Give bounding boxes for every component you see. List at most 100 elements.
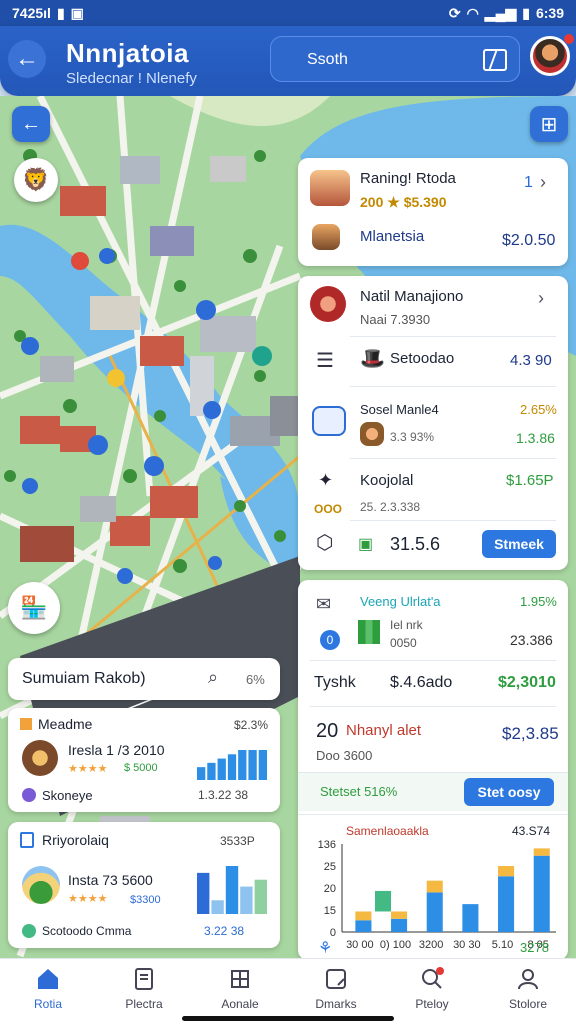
map-layers-button[interactable]: ⊞ — [530, 106, 568, 142]
document-icon — [132, 967, 156, 991]
mini-bar — [227, 754, 237, 780]
search-panel-count: 6% — [246, 672, 265, 687]
list1-stars: ★★★★ — [68, 763, 108, 775]
stats-row2-value: $2,3010 — [498, 674, 556, 691]
grid-icon: ⊞ — [540, 113, 558, 136]
list1-line1: Iresla 1 /3 2010 — [68, 742, 165, 758]
y-tick-label: 136 — [318, 839, 336, 851]
chart-corner-value: 43.S74 — [512, 824, 551, 838]
stats-row3-value: $2,3.85 — [502, 724, 559, 743]
list-card-1[interactable]: Meadme $2.3% Iresla 1 /3 2010 ★★★★ $ 500… — [8, 708, 280, 812]
nav-label: Pteloy — [415, 997, 449, 1011]
stats-row2-mid: $.4.6ado — [390, 674, 453, 691]
bar — [426, 892, 443, 932]
lion-icon: 🦁 — [22, 167, 50, 192]
stats-row1-sub: Iel nrk — [390, 618, 423, 632]
map-toggle-icon[interactable] — [483, 49, 507, 71]
list2-footer-left: Scotoodo Cmma — [42, 924, 132, 938]
poi-marker-lion[interactable]: 🦁 — [14, 158, 58, 202]
bar — [355, 920, 372, 932]
list2-doc-icon — [20, 832, 34, 848]
home-icon — [36, 967, 60, 991]
nav-item-stolore[interactable]: Stolore — [480, 959, 576, 1024]
puzzle-icon: ✦ — [318, 470, 334, 490]
bar — [533, 855, 550, 932]
detail-header-title: Natil Manajiono — [360, 288, 464, 305]
coins-icon: OOO — [314, 502, 343, 516]
puzzle-icon — [228, 967, 252, 991]
list2-pct: 3533P — [220, 834, 255, 848]
list-card-2[interactable]: Rriyorolaiq 3533P Insta 73 5600 ★★★★ $33… — [8, 822, 280, 948]
stats-row2-label: Tyshk — [314, 674, 356, 691]
character-thumbnail — [360, 422, 384, 446]
y-tick-label: 20 — [324, 883, 336, 895]
status-time-right: 6:39 — [535, 5, 564, 21]
app-subtitle: Sledecnar ! Nlenefy — [66, 70, 197, 87]
divider — [350, 336, 556, 337]
route-card[interactable]: Raning! Rtoda 200 ★ $5.390 1 › Mlanetsia… — [298, 158, 568, 266]
search-icon[interactable]: ⌕ — [208, 667, 218, 688]
app-title: Nnnjatoia — [66, 38, 189, 68]
wifi-icon: ◠ — [466, 4, 479, 21]
detail-row4-value: 31.5.6 — [390, 534, 441, 554]
nav-item-dmarks[interactable]: Dmarks — [288, 959, 384, 1024]
list2-rating-value: $3300 — [130, 894, 161, 906]
castle-thumbnail — [310, 170, 350, 206]
stats-row1-sub2: 0050 — [390, 636, 417, 650]
signal-icon: ▮ — [56, 4, 65, 21]
shop-icon: 🏪 — [20, 595, 48, 620]
route-price: 200 ★ $5.390 — [360, 194, 447, 210]
list1-title: Meadme — [38, 716, 93, 732]
search-field[interactable]: Ssoth — [270, 36, 520, 82]
back-button[interactable]: ← — [8, 40, 46, 78]
bar — [533, 848, 550, 856]
nav-item-plectra[interactable]: Plectra — [96, 959, 192, 1024]
chart-footer-value: 3278 — [520, 940, 549, 955]
stats-action-button[interactable]: Stet oosy — [464, 778, 554, 806]
nav-label: Stolore — [508, 997, 548, 1011]
nav-item-home[interactable]: Rotia — [0, 959, 96, 1024]
stats-row3-title: Nhanyl alet — [346, 722, 422, 739]
list2-footer-icon — [22, 924, 36, 938]
search-icon — [420, 967, 444, 991]
nav-item-pteloy[interactable]: Pteloy — [384, 959, 480, 1024]
poi-marker-shop[interactable]: 🏪 — [8, 582, 60, 634]
stats-row1-pct: 1.95% — [520, 594, 557, 609]
list1-thumbnail — [22, 740, 58, 776]
stats-row3-num: 20 — [316, 720, 339, 742]
x-tick-label: 0) 100 — [380, 939, 411, 951]
status-bar: 7425ıl ▮ ▣ ⟳ ◠ ▂▄▆ ▮ 6:39 — [0, 0, 576, 26]
search-label: Ssoth — [307, 51, 348, 68]
mini-bar — [238, 750, 247, 780]
divider — [310, 706, 556, 707]
bar-mini-icon — [358, 620, 380, 644]
nav-item-aonale[interactable]: Aonale — [192, 959, 288, 1024]
detail-card: Natil Manajiono Naai 7.3930 › ☰ 🎩 Setood… — [298, 276, 568, 570]
mini-bar — [254, 879, 267, 914]
bar — [391, 911, 408, 919]
back-arrow-icon: ← — [21, 112, 41, 135]
bar — [498, 866, 515, 877]
x-tick-label: 30 30 — [453, 939, 481, 951]
home-indicator[interactable] — [182, 1016, 394, 1021]
divider — [310, 660, 556, 661]
chevron-right-icon[interactable]: › — [540, 172, 546, 193]
nav-label: Rotia — [33, 997, 62, 1011]
search-panel[interactable]: Sumuiam Rakob) ⌕ 6% — [8, 658, 280, 700]
bar — [462, 904, 479, 932]
map-back-button[interactable]: ← — [12, 106, 50, 142]
trend-icon: ⚘ — [318, 940, 333, 957]
mini-bar — [240, 886, 253, 914]
nav-label: Aonale — [221, 997, 259, 1011]
list2-line1: Insta 73 5600 — [68, 872, 153, 888]
bar — [355, 911, 372, 921]
list1-footer-left: Skoneye — [42, 788, 93, 803]
temple-thumbnail — [312, 224, 340, 250]
detail-action-button[interactable]: Stmeek — [482, 530, 556, 558]
detail-row2-title: Sosel Manle4 — [360, 402, 439, 417]
x-tick-label: 30 00 — [346, 939, 374, 951]
list1-footer-right: 1.3.22 38 — [198, 788, 249, 802]
list1-mini-chart — [197, 750, 267, 780]
y-tick-label: 25 — [324, 861, 336, 873]
chevron-right-icon[interactable]: › — [538, 288, 544, 309]
